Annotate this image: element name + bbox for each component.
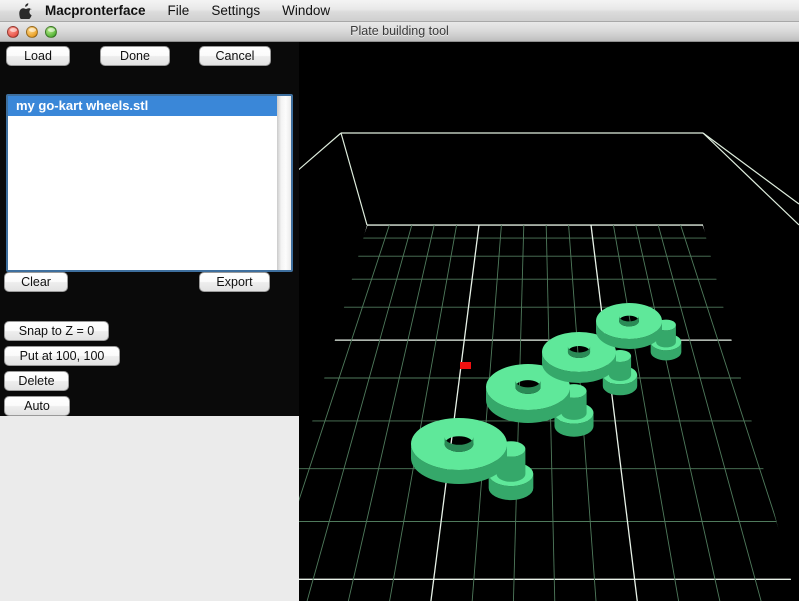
window-controls xyxy=(7,26,57,38)
grid-line-minor xyxy=(612,225,687,601)
minimize-button[interactable] xyxy=(26,26,38,38)
grid-line-minor xyxy=(338,225,435,601)
model-wheel-top xyxy=(596,303,662,339)
auto-button[interactable]: Auto xyxy=(4,396,70,416)
menu-item-file[interactable]: File xyxy=(157,0,201,21)
printer-walls xyxy=(299,132,799,226)
grid-line-major xyxy=(590,225,643,601)
printed-models[interactable] xyxy=(411,303,682,501)
window-title: Plate building tool xyxy=(350,24,449,38)
clear-button[interactable]: Clear xyxy=(4,272,68,292)
menu-item-settings[interactable]: Settings xyxy=(200,0,271,21)
menu-item-window[interactable]: Window xyxy=(271,0,341,21)
export-button[interactable]: Export xyxy=(199,272,270,292)
close-button[interactable] xyxy=(7,26,19,38)
origin-marker xyxy=(460,362,471,369)
grid-line-major xyxy=(425,225,480,601)
grid-line-minor xyxy=(635,225,730,601)
grid-line-minor xyxy=(381,225,458,601)
left-control-panel: Load Done Cancel my go-kart wheels.stl C… xyxy=(0,42,299,416)
snap-to-z-button[interactable]: Snap to Z = 0 xyxy=(4,321,109,341)
grid-line-minor xyxy=(680,225,799,601)
app-root: Macpronterface File Settings Window Plat… xyxy=(0,0,799,601)
plate-3d-scene xyxy=(299,132,799,601)
printed-model-1[interactable] xyxy=(411,418,534,501)
grid-line-minor xyxy=(657,225,773,601)
done-button[interactable]: Done xyxy=(100,46,170,66)
grid-line-minor xyxy=(299,225,390,601)
put-at-button[interactable]: Put at 100, 100 xyxy=(4,346,120,366)
model-wheel-top xyxy=(411,418,507,470)
apple-icon[interactable] xyxy=(19,2,33,19)
grid-line-major xyxy=(702,225,799,601)
plate-building-window: Plate building tool Load Done Cancel my … xyxy=(0,22,799,601)
list-item[interactable]: my go-kart wheels.stl xyxy=(8,96,291,116)
load-button[interactable]: Load xyxy=(6,46,70,66)
list-scrollbar[interactable] xyxy=(277,96,291,270)
stl-file-list[interactable]: my go-kart wheels.stl xyxy=(6,94,293,272)
model-wheel-bore xyxy=(567,346,591,358)
grid-line-major xyxy=(299,225,368,601)
menu-bar: Macpronterface File Settings Window xyxy=(0,0,799,22)
window-titlebar[interactable]: Plate building tool xyxy=(0,22,799,42)
menu-item-app[interactable]: Macpronterface xyxy=(45,0,157,21)
build-plate-viewport[interactable] xyxy=(299,42,799,601)
zoom-button[interactable] xyxy=(45,26,57,38)
delete-button[interactable]: Delete xyxy=(4,371,69,391)
grid-line-minor xyxy=(299,225,413,601)
cancel-button[interactable]: Cancel xyxy=(199,46,271,66)
